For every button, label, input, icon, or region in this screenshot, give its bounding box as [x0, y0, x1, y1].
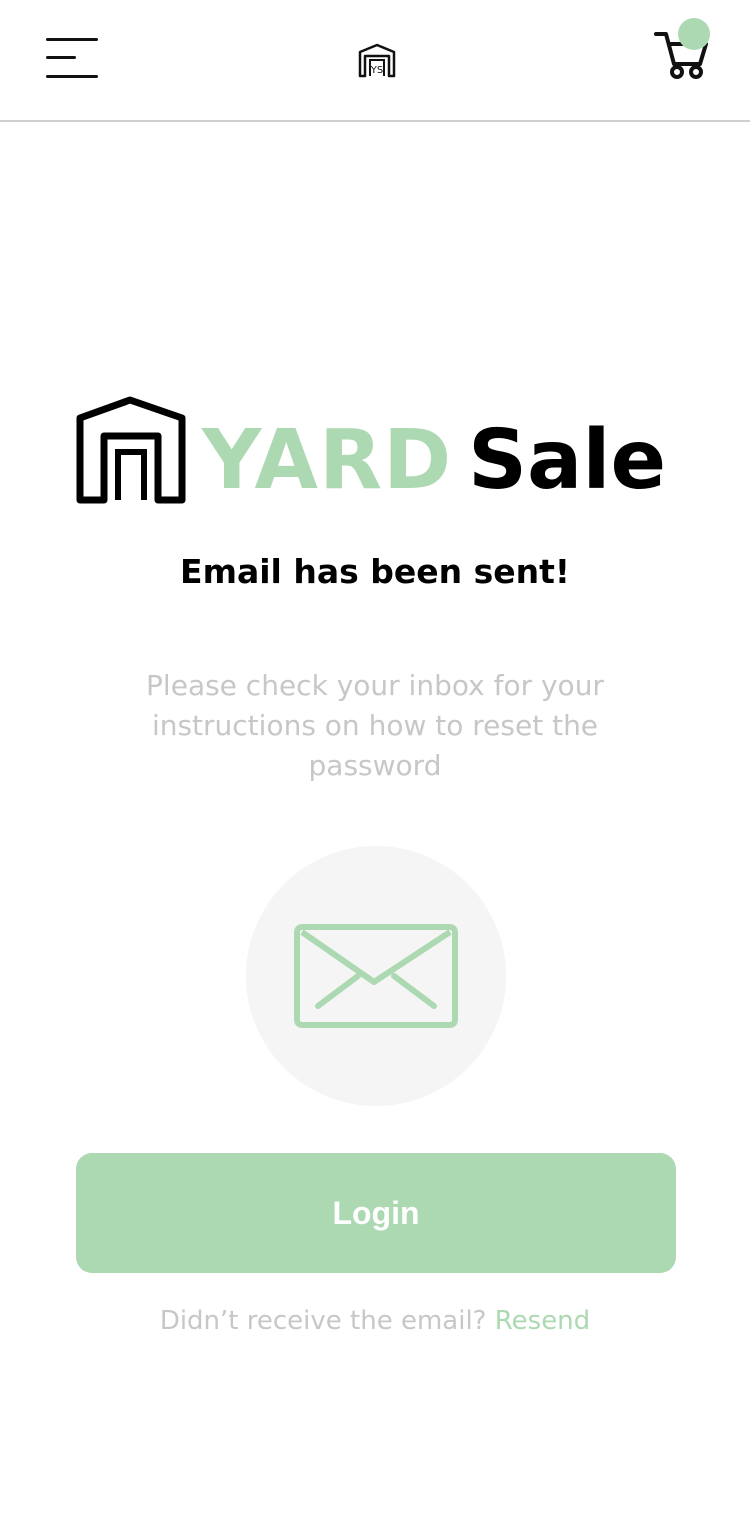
top-bar: YS — [0, 0, 750, 122]
menu-line-top — [46, 38, 98, 41]
cart-badge — [678, 18, 710, 50]
garage-logo-icon[interactable]: YS — [358, 42, 396, 78]
mail-illustration — [246, 846, 506, 1106]
brand-word-yard: YARD — [202, 413, 453, 508]
login-button[interactable]: Login — [76, 1153, 676, 1273]
email-sent-screen: YS YARD Sale Email has been sent! Please… — [0, 0, 750, 1518]
resend-prompt: Didn’t receive the email? — [159, 1306, 487, 1336]
envelope-icon — [294, 924, 458, 1028]
brand-logo: YARD Sale — [76, 396, 676, 508]
garage-brand-icon — [76, 396, 186, 504]
menu-line-bottom — [46, 75, 98, 78]
instruction-message: Please check your inbox for your instruc… — [146, 669, 604, 782]
menu-line-middle — [46, 56, 76, 59]
brand-word-sale: Sale — [468, 413, 667, 508]
resend-row: Didn’t receive the email? Resend — [0, 1302, 750, 1340]
svg-text:YS: YS — [370, 65, 383, 76]
page-title: Email has been sent! — [180, 552, 570, 591]
resend-link[interactable]: Resend — [495, 1306, 590, 1336]
menu-button[interactable] — [46, 38, 100, 82]
